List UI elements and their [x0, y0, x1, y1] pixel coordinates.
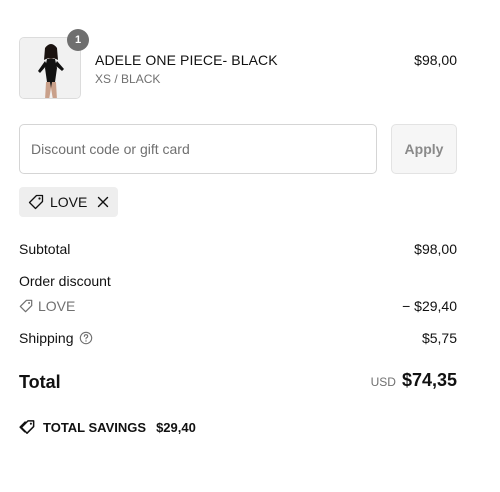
tag-icon	[19, 420, 35, 434]
shipping-value: $5,75	[421, 330, 457, 346]
total-savings-label: TOTAL SAVINGS	[43, 420, 147, 435]
applied-discount-code: LOVE	[50, 194, 88, 210]
applied-discount-tag: LOVE	[19, 187, 119, 217]
question-circle-icon[interactable]	[79, 331, 93, 345]
subtotal-value: $98,00	[414, 241, 457, 257]
tag-icon	[28, 194, 44, 210]
discount-form: Apply	[19, 124, 457, 174]
subtotal-label: Subtotal	[19, 241, 71, 257]
total-savings: TOTAL SAVINGS $29,40	[19, 419, 196, 436]
order-discount-row: Order discount	[19, 273, 457, 289]
order-discount-label: Order discount	[19, 273, 111, 289]
remove-discount-button[interactable]	[97, 196, 109, 208]
shipping-row: Shipping $5,75	[19, 330, 457, 346]
shipping-label: Shipping	[19, 330, 74, 346]
total-amount: $74,35	[401, 370, 457, 390]
product-variant: XS / BLACK	[95, 72, 161, 86]
total-savings-amount: $29,40	[156, 420, 196, 435]
tag-icon	[19, 299, 33, 313]
product-name: ADELE ONE PIECE- BLACK	[95, 52, 278, 68]
discount-code-row: LOVE − $29,40	[19, 298, 457, 314]
cart-line-item: 1 ADELE ONE PIECE- BLACK XS / BLACK $98,…	[19, 29, 457, 99]
total-row: Total USD $74,35	[19, 370, 457, 396]
total-label: Total	[19, 372, 61, 392]
discount-code-label: LOVE	[38, 298, 76, 314]
close-icon	[98, 196, 109, 208]
quantity-badge: 1	[67, 29, 89, 51]
discount-amount: − $29,40	[402, 298, 457, 314]
subtotal-row: Subtotal $98,00	[19, 241, 457, 257]
product-price: $98,00	[414, 52, 457, 68]
apply-button[interactable]: Apply	[391, 124, 457, 174]
discount-code-input[interactable]	[19, 124, 377, 174]
currency-code: USD	[370, 375, 396, 389]
